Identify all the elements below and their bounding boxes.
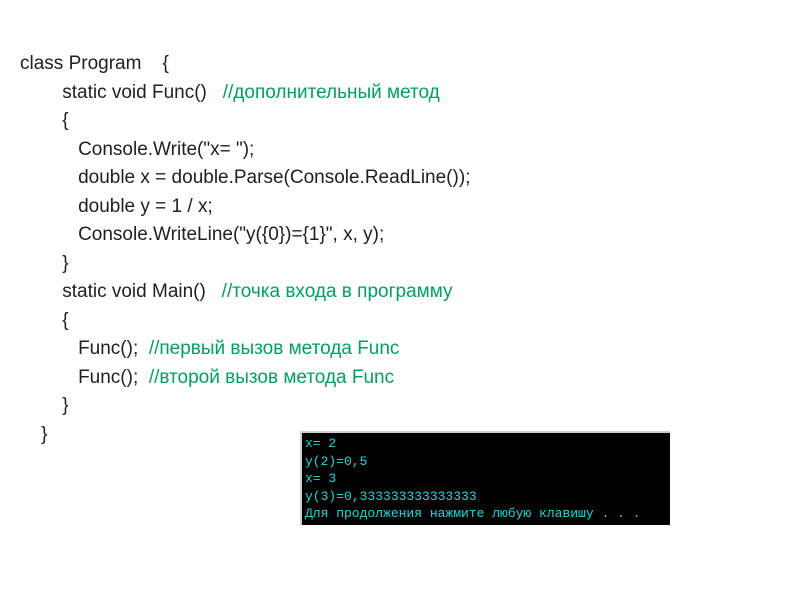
console-output: x= 2 y(2)=0,5 x= 3 y(3)=0,33333333333333… (300, 431, 670, 525)
code-comment: //второй вызов метода Func (149, 367, 394, 388)
code-line: } (20, 424, 47, 445)
code-line: { (20, 110, 69, 131)
code-line: Console.WriteLine("y({0})={1}", x, y); (20, 224, 384, 245)
code-line: Func(); (20, 338, 149, 359)
code-line: static void Main() (20, 281, 222, 302)
code-line: } (20, 395, 69, 416)
code-block: class Program { static void Func() //доп… (20, 50, 780, 449)
code-line: { (20, 310, 69, 331)
console-line: x= 3 (305, 471, 336, 486)
code-comment: //точка входа в программу (222, 281, 453, 302)
code-line: Console.Write("x= "); (20, 139, 254, 160)
code-comment: //дополнительный метод (223, 82, 440, 103)
code-line: double x = double.Parse(Console.ReadLine… (20, 167, 470, 188)
code-comment: //первый вызов метода Func (149, 338, 400, 359)
console-line: y(2)=0,5 (305, 454, 367, 469)
code-line: class Program { (20, 53, 169, 74)
code-line: static void Func() (20, 82, 223, 103)
code-line: double y = 1 / x; (20, 196, 213, 217)
code-line: } (20, 253, 69, 274)
console-line: Для продолжения нажмите любую клавишу . … (305, 506, 640, 521)
console-line: x= 2 (305, 436, 336, 451)
console-line: y(3)=0,333333333333333 (305, 489, 477, 504)
code-line: Func(); (20, 367, 149, 388)
